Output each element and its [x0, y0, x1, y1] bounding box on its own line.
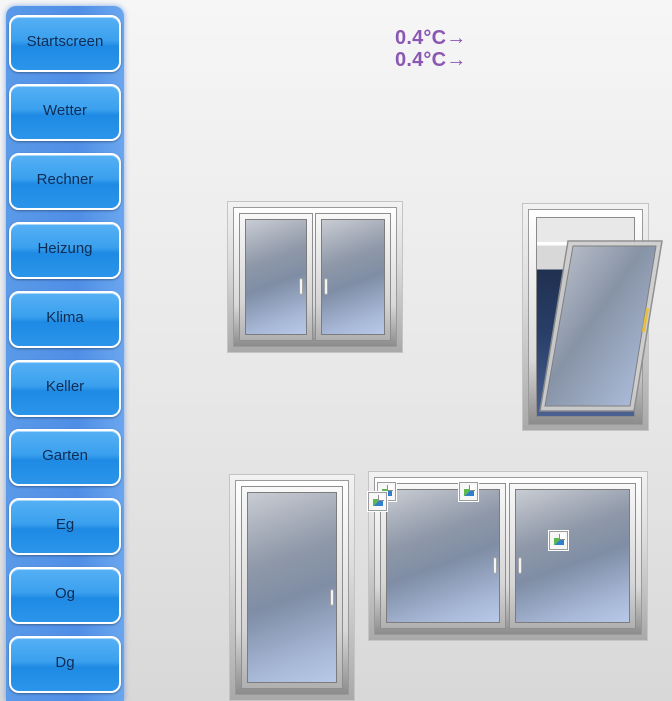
window-glass: [386, 489, 500, 623]
window-glass: [245, 219, 307, 335]
nav-klima-button[interactable]: Klima: [9, 291, 121, 348]
nav-heizung-label: Heizung: [37, 240, 93, 257]
nav-og-label: Og: [54, 585, 75, 602]
tilted-window-right[interactable]: [522, 203, 663, 431]
nav-dg-label: Dg: [55, 654, 75, 671]
nav-keller-button[interactable]: Keller: [9, 360, 121, 417]
nav-rechner-button[interactable]: Rechner: [9, 153, 121, 210]
double-window-lower-right[interactable]: [368, 471, 648, 641]
window-glass: [321, 219, 385, 335]
nav-startscreen-label: Startscreen: [26, 33, 104, 50]
temperature-reading-2: 0.4°C→: [395, 49, 467, 71]
window-handle-icon: [493, 557, 497, 574]
nav-wetter-label: Wetter: [43, 102, 87, 119]
window-sash: [241, 486, 343, 689]
nav-dg-button[interactable]: Dg: [9, 636, 121, 693]
window-glass: [247, 492, 337, 683]
nav-garten-button[interactable]: Garten: [9, 429, 121, 486]
nav-heizung-button[interactable]: Heizung: [9, 222, 121, 279]
window-sash-right: [509, 483, 636, 629]
window-handle-icon: [330, 589, 334, 606]
nav-eg-label: Eg: [55, 516, 75, 533]
broken-image-icon: [549, 531, 568, 550]
window-sash-right: [315, 213, 391, 341]
window-handle-icon: [518, 557, 522, 574]
broken-image-icon: [459, 482, 478, 501]
nav-klima-label: Klima: [46, 309, 84, 326]
broken-image-icon: [368, 492, 387, 511]
window-sash-left: [239, 213, 313, 341]
nav-keller-label: Keller: [45, 378, 85, 395]
double-window-upper-left[interactable]: [227, 201, 403, 353]
nav-garten-label: Garten: [42, 447, 88, 464]
nav-rechner-label: Rechner: [36, 171, 94, 188]
window-handle-icon: [299, 278, 303, 295]
window-handle-icon: [324, 278, 328, 295]
temperature-reading-1: 0.4°C→: [395, 27, 467, 49]
nav-og-button[interactable]: Og: [9, 567, 121, 624]
tilted-sash: [539, 240, 663, 412]
single-window-lower-left[interactable]: [229, 474, 355, 701]
window-glass: [515, 489, 630, 623]
window-sash-left: [380, 483, 506, 629]
nav-wetter-button[interactable]: Wetter: [9, 84, 121, 141]
nav-eg-button[interactable]: Eg: [9, 498, 121, 555]
nav-startscreen-button[interactable]: Startscreen: [9, 15, 121, 72]
